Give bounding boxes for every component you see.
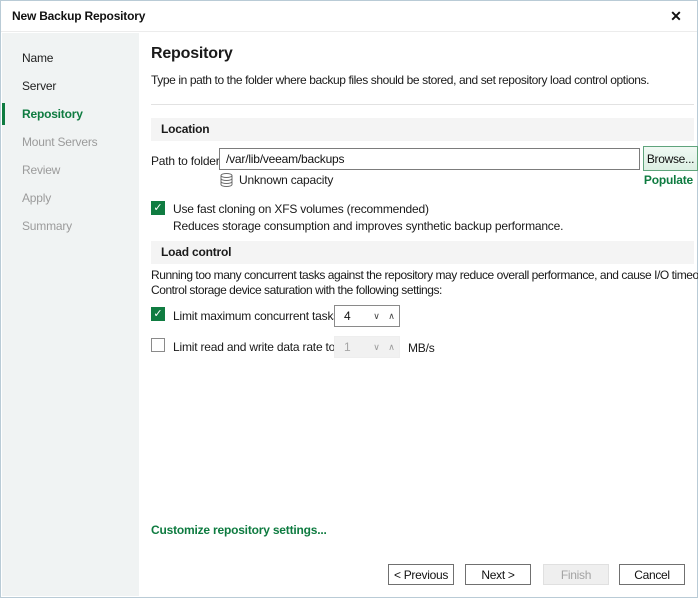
chevron-down-icon[interactable]: ∨ — [369, 306, 384, 326]
page-title: Repository — [151, 45, 233, 63]
sidebar-item-name[interactable]: Name — [2, 44, 139, 72]
database-icon — [220, 173, 233, 187]
sidebar-item-repository[interactable]: Repository — [2, 100, 139, 128]
title-bar: New Backup Repository ✕ — [1, 1, 697, 32]
sidebar-item-server[interactable]: Server — [2, 72, 139, 100]
window-title: New Backup Repository — [12, 9, 145, 23]
limit-rate-label[interactable]: Limit read and write data rate to: — [173, 340, 338, 354]
tasks-spinner[interactable]: 4 ∨ ∧ — [334, 305, 400, 327]
header-divider — [151, 104, 694, 105]
rate-unit-label: MB/s — [408, 341, 435, 355]
load-control-description: Running too many concurrent tasks agains… — [151, 269, 698, 299]
limit-tasks-checkbox[interactable]: ✓ — [151, 307, 165, 321]
customize-repository-settings-link[interactable]: Customize repository settings... — [151, 523, 327, 537]
chevron-down-icon: ∨ — [369, 337, 384, 357]
populate-link[interactable]: Populate — [644, 173, 693, 187]
wizard-steps-sidebar: Name Server Repository Mount Servers Rev… — [2, 33, 139, 596]
sidebar-item-summary: Summary — [2, 212, 139, 240]
location-section-header: Location — [151, 118, 694, 141]
path-to-folder-label: Path to folder: — [151, 154, 223, 168]
rate-spinner-disabled: 1 ∨ ∧ — [334, 336, 400, 358]
path-to-folder-input[interactable] — [219, 148, 640, 170]
sidebar-item-mount-servers: Mount Servers — [2, 128, 139, 156]
page-description: Type in path to the folder where backup … — [151, 73, 649, 87]
previous-button[interactable]: < Previous — [388, 564, 454, 585]
finish-button: Finish — [543, 564, 609, 585]
sidebar-item-review: Review — [2, 156, 139, 184]
limit-rate-checkbox[interactable] — [151, 338, 165, 352]
fast-cloning-note: Reduces storage consumption and improves… — [173, 219, 563, 233]
limit-tasks-label[interactable]: Limit maximum concurrent tasks to: — [173, 309, 355, 323]
close-icon[interactable]: ✕ — [665, 6, 687, 26]
check-icon: ✓ — [153, 308, 162, 320]
rate-value: 1 — [335, 340, 369, 354]
capacity-row: Unknown capacity — [220, 172, 333, 187]
next-button[interactable]: Next > — [465, 564, 531, 585]
sidebar-item-apply: Apply — [2, 184, 139, 212]
new-backup-repository-dialog: New Backup Repository ✕ Name Server Repo… — [0, 0, 698, 598]
load-control-description-line2: Control storage device saturation with t… — [151, 284, 698, 297]
tasks-value[interactable]: 4 — [335, 309, 369, 323]
browse-button[interactable]: Browse... — [643, 146, 698, 171]
chevron-up-icon[interactable]: ∧ — [384, 306, 399, 326]
check-icon: ✓ — [153, 202, 162, 214]
cancel-button[interactable]: Cancel — [619, 564, 685, 585]
fast-cloning-label[interactable]: Use fast cloning on XFS volumes (recomme… — [173, 202, 429, 216]
load-control-section-header: Load control — [151, 241, 694, 264]
fast-cloning-checkbox[interactable]: ✓ — [151, 201, 165, 215]
chevron-up-icon: ∧ — [384, 337, 399, 357]
load-control-description-line1: Running too many concurrent tasks agains… — [151, 269, 698, 282]
capacity-status-text: Unknown capacity — [239, 173, 333, 187]
